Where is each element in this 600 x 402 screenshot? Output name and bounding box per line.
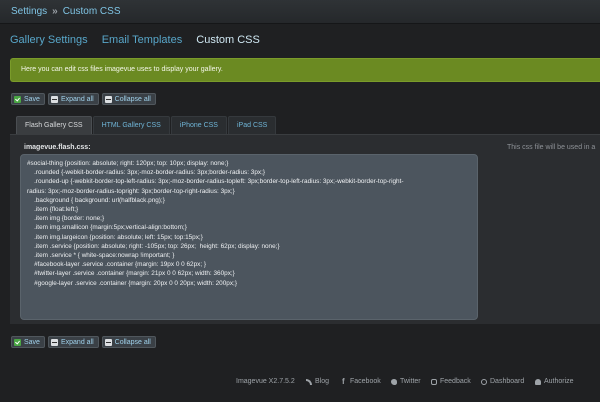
rss-icon [306,378,312,385]
footer-link-dashboard[interactable]: Dashboard [481,378,524,385]
footer-link-label: Twitter [400,378,421,385]
check-icon [14,95,21,103]
save-label: Save [24,95,40,103]
code-line: .item .service {position: absolute; righ… [27,242,280,250]
version-label: Imagevue X2.7.5.2 [236,378,295,385]
code-line: .item img.smallicon {margin:5px;vertical… [27,224,187,232]
breadcrumb-settings-link[interactable]: Settings [11,6,47,17]
expand-label: Expand all [60,95,94,103]
expand-icon [50,338,58,346]
feedback-icon [431,378,437,385]
collapse-label: Collapse all [114,338,151,346]
code-line: .item img.largeicon {position: absolute;… [27,233,203,241]
bottom-toolbar: Save Expand all Collapse all [11,336,156,348]
collapse-label: Collapse all [114,95,151,103]
footer-link-feedback[interactable]: Feedback [431,378,471,385]
css-editor-panel: imagevue.flash.css: This css file will b… [10,134,600,324]
code-line: .rounded {-webkit-border-radius: 3px;-mo… [27,169,265,177]
expand-all-button[interactable]: Expand all [47,93,99,105]
dashboard-icon [481,378,487,385]
footer-link-facebook[interactable]: f Facebook [342,376,381,386]
settings-tabs: Gallery Settings Email Templates Custom … [10,34,271,46]
twitter-icon [391,378,397,385]
save-button[interactable]: Save [11,93,45,105]
tab-flash-gallery-css[interactable]: Flash Gallery CSS [16,116,92,134]
footer-link-label: Feedback [440,378,471,385]
breadcrumb: Settings » Custom CSS [11,6,121,17]
code-line: .rounded-up {-webkit-border-top-left-rad… [27,178,404,186]
collapse-icon [104,338,112,346]
collapse-all-button[interactable]: Collapse all [101,93,156,105]
info-notice: Here you can edit css files imagevue use… [10,58,600,82]
tab-ipad-css[interactable]: iPad CSS [227,116,277,134]
check-icon [14,338,21,346]
footer-link-label: Authorize [544,378,574,385]
breadcrumb-separator: » [52,6,58,17]
user-icon [535,378,541,385]
footer-link-blog[interactable]: Blog [306,378,329,385]
tab-gallery-settings[interactable]: Gallery Settings [10,34,88,46]
tab-iphone-css[interactable]: iPhone CSS [170,116,227,134]
code-line: radius: 3px;-moz-border-radius-topright:… [27,187,235,195]
css-file-tabs: Flash Gallery CSS HTML Gallery CSS iPhon… [16,116,277,134]
footer-link-twitter[interactable]: Twitter [391,378,421,385]
collapse-icon [104,95,112,103]
code-line: .item .service * { white-space:nowrap !i… [27,252,175,260]
save-label: Save [24,338,40,346]
footer-link-authorize[interactable]: Authorize [535,378,574,385]
tab-html-gallery-css[interactable]: HTML Gallery CSS [92,116,170,134]
expand-label: Expand all [60,338,94,346]
collapse-all-button-bottom[interactable]: Collapse all [101,336,156,348]
facebook-icon: f [342,376,345,386]
tab-email-templates[interactable]: Email Templates [102,34,183,46]
footer-link-label: Dashboard [490,378,525,385]
code-line: #twitter-layer .service .container {marg… [27,270,235,278]
footer-link-label: Facebook [350,378,381,385]
tab-custom-css[interactable]: Custom CSS [196,34,260,46]
code-line: .item img {border: none;} [27,215,105,223]
css-file-name: imagevue.flash.css: [24,144,91,151]
code-line: .item {float:left;} [27,206,79,214]
top-bar: Settings » Custom CSS [0,0,600,24]
expand-icon [50,95,58,103]
expand-all-button-bottom[interactable]: Expand all [47,336,99,348]
footer-link-label: Blog [315,378,330,385]
css-file-help: This css file will be used in a [507,144,596,151]
breadcrumb-current[interactable]: Custom CSS [63,6,121,17]
code-line: #social-thing {position: absolute; right… [27,160,229,167]
code-line: #google-layer .service .container {margi… [27,279,237,287]
code-line: .background { background: url(halfblack.… [27,196,165,204]
css-editor-textarea[interactable]: #social-thing {position: absolute; right… [20,154,478,320]
top-toolbar: Save Expand all Collapse all [11,93,156,105]
code-line: #facebook-layer .service .container {mar… [27,261,207,269]
save-button-bottom[interactable]: Save [11,336,45,348]
